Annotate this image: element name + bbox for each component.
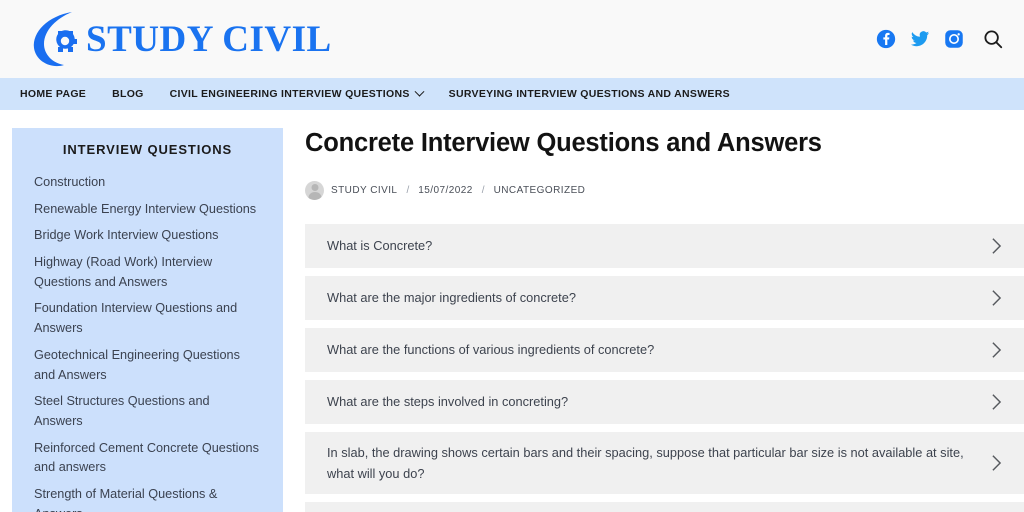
post-category[interactable]: UNCATEGORIZED (494, 185, 586, 196)
sidebar-item-highway-road-work[interactable]: Highway (Road Work) Interview Questions … (34, 253, 261, 292)
page-body: INTERVIEW QUESTIONS Construction Renewab… (0, 110, 1024, 512)
page-title: Concrete Interview Questions and Answers (305, 129, 822, 157)
site-logo-link[interactable]: STUDY CIVIL (28, 8, 332, 70)
accordion-item-slab-bar-spacing[interactable]: In slab, the drawing shows certain bars … (305, 431, 1024, 494)
sidebar-item-steel-structures[interactable]: Steel Structures Questions and Answers (34, 392, 261, 431)
accordion-question: In slab, the drawing shows certain bars … (327, 444, 964, 481)
chevron-right-icon (992, 289, 1002, 306)
instagram-icon[interactable] (944, 29, 964, 49)
accordion-item-dense-concrete[interactable]: How to make a dense concrete? (305, 501, 1024, 512)
nav-item-home-page[interactable]: HOME PAGE (20, 78, 99, 110)
chevron-right-icon (992, 393, 1002, 410)
sidebar: INTERVIEW QUESTIONS Construction Renewab… (12, 128, 283, 512)
chevron-down-icon (414, 86, 425, 97)
sidebar-item-geotechnical-engineering[interactable]: Geotechnical Engineering Questions and A… (34, 346, 261, 385)
post-meta: STUDY CIVIL / 15/07/2022 / UNCATEGORIZED (305, 180, 1024, 200)
site-header: STUDY CIVIL (0, 0, 1024, 78)
nav-item-civil-engineering-interview-questions[interactable]: CIVIL ENGINEERING INTERVIEW QUESTIONS (157, 78, 436, 110)
chevron-right-icon (992, 454, 1002, 471)
sidebar-item-strength-of-material[interactable]: Strength of Material Questions & Answers (34, 485, 261, 512)
facebook-icon[interactable] (876, 29, 896, 49)
accordion-item-steps-in-concreting[interactable]: What are the steps involved in concretin… (305, 379, 1024, 424)
sidebar-item-construction[interactable]: Construction (34, 173, 261, 193)
sidebar-item-reinforced-cement-concrete[interactable]: Reinforced Cement Concrete Questions and… (34, 439, 261, 478)
accordion-item-what-is-concrete[interactable]: What is Concrete? (305, 223, 1024, 268)
site-brand-name: STUDY CIVIL (86, 18, 332, 60)
chevron-right-icon (992, 341, 1002, 358)
avatar (305, 180, 324, 200)
meta-separator: / (481, 184, 485, 196)
nav-item-surveying-interview-questions-and-answers[interactable]: SURVEYING INTERVIEW QUESTIONS AND ANSWER… (436, 78, 743, 110)
post-date: 15/07/2022 (418, 184, 473, 196)
main-navigation: HOME PAGE BLOG CIVIL ENGINEERING INTERVI… (0, 78, 1024, 110)
nav-item-blog[interactable]: BLOG (99, 78, 157, 110)
accordion-question: What are the major ingredients of concre… (327, 290, 576, 306)
sidebar-widget-title: INTERVIEW QUESTIONS (62, 142, 233, 157)
sidebar-item-renewable-energy[interactable]: Renewable Energy Interview Questions (34, 200, 261, 220)
main-content: Concrete Interview Questions and Answers… (283, 128, 1024, 512)
nav-label: HOME PAGE (20, 88, 87, 100)
nav-label: BLOG (112, 88, 144, 100)
accordion-item-functions-of-ingredients[interactable]: What are the functions of various ingred… (305, 327, 1024, 372)
nav-label: CIVIL ENGINEERING INTERVIEW QUESTIONS (169, 88, 410, 100)
twitter-icon[interactable] (910, 29, 930, 49)
chevron-right-icon (992, 237, 1002, 254)
accordion-question: What is Concrete? (327, 238, 433, 254)
accordion-question: What are the steps involved in concretin… (327, 394, 569, 410)
post-author[interactable]: STUDY CIVIL (331, 185, 397, 196)
accordion-question: What are the functions of various ingred… (327, 342, 655, 358)
meta-separator: / (406, 184, 410, 196)
nav-label: SURVEYING INTERVIEW QUESTIONS AND ANSWER… (448, 88, 730, 100)
header-actions (876, 28, 1010, 50)
civil-drop-gear-logo-icon (33, 12, 77, 67)
sidebar-item-foundation[interactable]: Foundation Interview Questions and Answe… (34, 299, 261, 338)
accordion-item-major-ingredients[interactable]: What are the major ingredients of concre… (305, 275, 1024, 320)
sidebar-item-bridge-work[interactable]: Bridge Work Interview Questions (34, 226, 261, 246)
search-icon[interactable] (982, 28, 1004, 50)
faq-accordion: What is Concrete? What are the major ing… (305, 223, 1024, 512)
